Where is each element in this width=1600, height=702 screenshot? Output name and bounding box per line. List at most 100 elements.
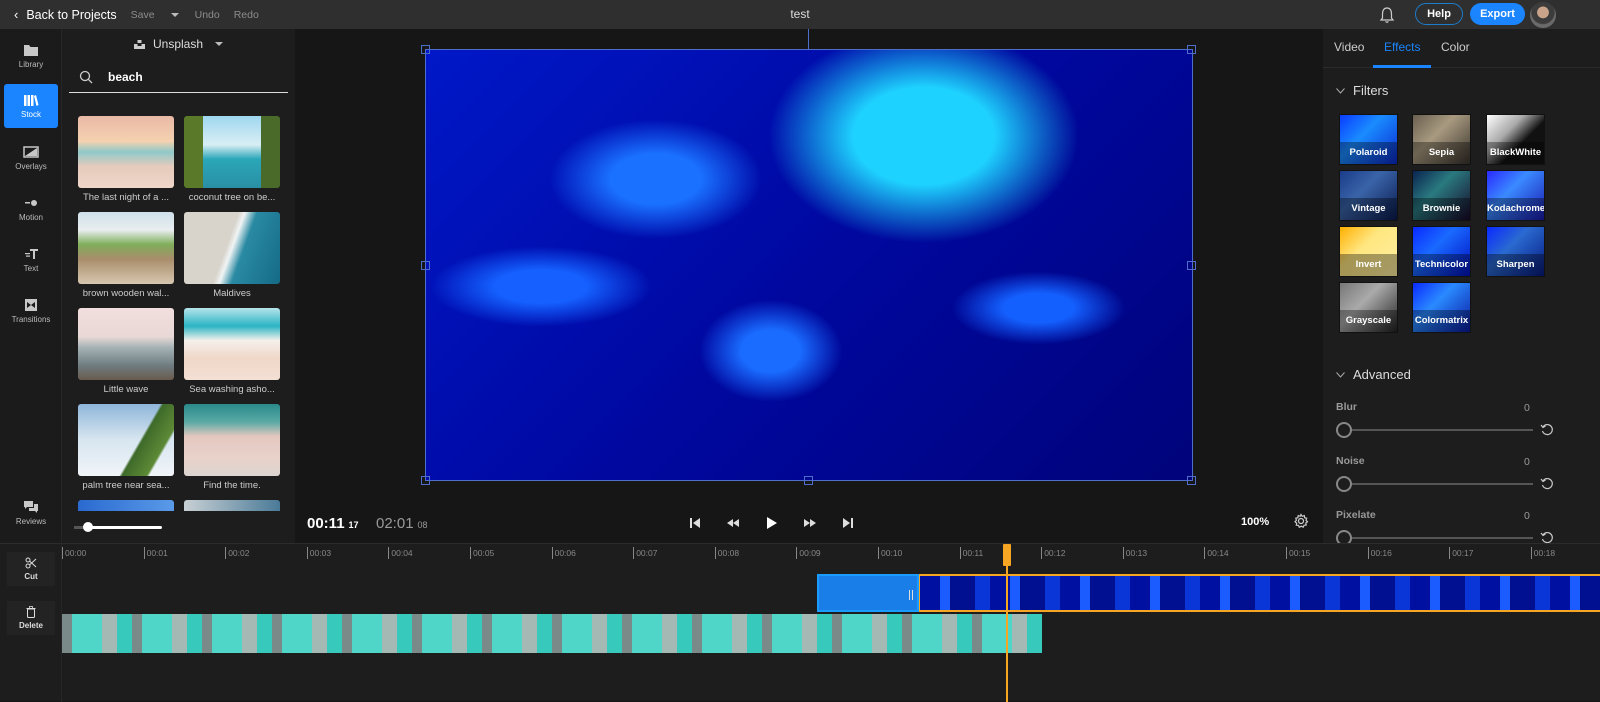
resize-handle-bottom-left[interactable] [421,476,430,485]
advanced-section-toggle[interactable]: Advanced [1336,367,1411,382]
stock-thumbnail[interactable] [78,404,174,476]
stock-source-dropdown[interactable]: Unsplash [62,37,295,51]
nav-reviews[interactable]: Reviews [4,491,58,535]
filter-kodachrome[interactable]: Kodachrome [1486,170,1545,221]
pixelate-label: Pixelate [1336,509,1376,521]
blur-reset-icon[interactable] [1540,423,1554,437]
nav-transitions[interactable]: Transitions [4,289,58,333]
fast-forward-icon[interactable] [803,516,817,530]
save-button[interactable]: Save [131,9,155,21]
preview-area: 00:11 17 02:01 08 100% [295,29,1323,543]
stock-thumbnail[interactable] [78,212,174,284]
filter-brownie[interactable]: Brownie [1412,170,1471,221]
playhead-handle[interactable] [1003,544,1011,566]
rewind-icon[interactable] [726,516,740,530]
nav-overlays[interactable]: Overlays [4,136,58,180]
chevron-down-icon [1336,87,1345,94]
noise-slider-knob[interactable] [1336,476,1352,492]
stock-item[interactable]: Find the time. [184,404,280,491]
filter-blackwhite[interactable]: BlackWhite [1486,114,1545,165]
stock-item[interactable]: brown wooden wal... [78,212,174,299]
blur-slider-knob[interactable] [1336,422,1352,438]
clip-jellyfish-selected-segment[interactable] [817,574,919,612]
resize-handle-left[interactable] [421,261,430,270]
resize-handle-bottom[interactable] [804,476,813,485]
nav-motion[interactable]: Motion [4,187,58,231]
ruler-tick: 00:01 [143,547,168,559]
resize-handle-top-right[interactable] [1187,45,1196,54]
redo-button[interactable]: Redo [234,9,259,21]
filter-sepia[interactable]: Sepia [1412,114,1471,165]
tab-effects[interactable]: Effects [1384,40,1420,54]
ruler-tick: 00:02 [225,547,249,559]
play-icon[interactable] [764,516,778,530]
filter-grayscale[interactable]: Grayscale [1339,282,1398,333]
stock-item[interactable] [78,500,174,511]
trim-handle[interactable] [909,590,913,600]
tab-video[interactable]: Video [1334,40,1364,54]
stock-search-input[interactable] [108,69,278,84]
stock-item[interactable]: coconut tree on be... [184,116,280,203]
stock-thumbnail[interactable] [78,308,174,380]
video-canvas[interactable] [425,49,1193,481]
delete-button[interactable]: Delete [7,601,55,635]
tab-color[interactable]: Color [1441,40,1470,54]
filter-polaroid[interactable]: Polaroid [1339,114,1398,165]
noise-slider-track[interactable] [1337,483,1533,485]
skip-to-start-icon[interactable] [688,516,702,530]
preview-zoom-level[interactable]: 100% [1241,516,1269,528]
filters-section-toggle[interactable]: Filters [1336,83,1388,98]
nav-stock[interactable]: Stock [4,84,58,128]
stock-item[interactable] [184,500,280,511]
filter-invert[interactable]: Invert [1339,226,1398,277]
filter-vintage[interactable]: Vintage [1339,170,1398,221]
save-options-caret-icon[interactable] [170,12,179,17]
clip-jellyfish[interactable] [918,574,1600,612]
blur-slider-track[interactable] [1337,429,1533,431]
filter-label: Kodachrome [1487,198,1544,220]
stock-item[interactable]: palm tree near sea... [78,404,174,491]
back-to-projects-button[interactable]: ‹ Back to Projects [14,7,117,22]
slider-knob[interactable] [83,522,93,532]
resize-handle-bottom-right[interactable] [1187,476,1196,485]
pixelate-slider-track[interactable] [1337,537,1533,539]
noise-reset-icon[interactable] [1540,477,1554,491]
undo-button[interactable]: Undo [195,9,220,21]
stock-thumbnail[interactable] [184,116,280,188]
stock-thumbnail[interactable] [184,212,280,284]
stock-item[interactable]: The last night of a ... [78,116,174,203]
stock-thumbnail[interactable] [78,116,174,188]
resize-handle-top-left[interactable] [421,45,430,54]
stock-item[interactable]: Sea washing asho... [184,308,280,395]
stock-item[interactable]: Little wave [78,308,174,395]
stock-caption: The last night of a ... [82,192,170,203]
ruler-tick: 00:17 [1449,547,1473,559]
user-avatar[interactable] [1530,2,1556,28]
stock-thumbnail[interactable] [184,308,280,380]
export-button[interactable]: Export [1470,3,1525,25]
pixelate-reset-icon[interactable] [1540,531,1554,543]
thumbnail-size-slider[interactable] [74,522,162,533]
resize-handle-right[interactable] [1187,261,1196,270]
pixelate-slider-knob[interactable] [1336,530,1352,543]
cut-button[interactable]: Cut [7,552,55,586]
clip-beach-aerial[interactable] [62,614,1042,653]
active-tab-indicator [1373,65,1431,68]
total-time-value: 02:01 [376,515,414,532]
stock-thumbnail[interactable] [184,500,280,511]
nav-library[interactable]: Library [4,34,58,78]
stock-caption: palm tree near sea... [82,480,170,491]
filter-technicolor[interactable]: Technicolor [1412,226,1471,277]
notification-bell-icon[interactable] [1378,6,1396,24]
stock-thumbnail[interactable] [78,500,174,511]
settings-gear-icon[interactable] [1293,513,1309,529]
help-button[interactable]: Help [1415,3,1463,25]
filter-sharpen[interactable]: Sharpen [1486,226,1545,277]
stock-thumbnail[interactable] [184,404,280,476]
filter-colormatrix[interactable]: Colormatrix [1412,282,1471,333]
stock-item[interactable]: Maldives [184,212,280,299]
stock-search [69,61,288,93]
nav-text[interactable]: Text [4,238,58,282]
timeline-ruler[interactable]: 00:00 00:01 00:02 00:03 00:04 00:05 00:06 00:07… [62,544,1600,562]
skip-to-end-icon[interactable] [841,516,855,530]
